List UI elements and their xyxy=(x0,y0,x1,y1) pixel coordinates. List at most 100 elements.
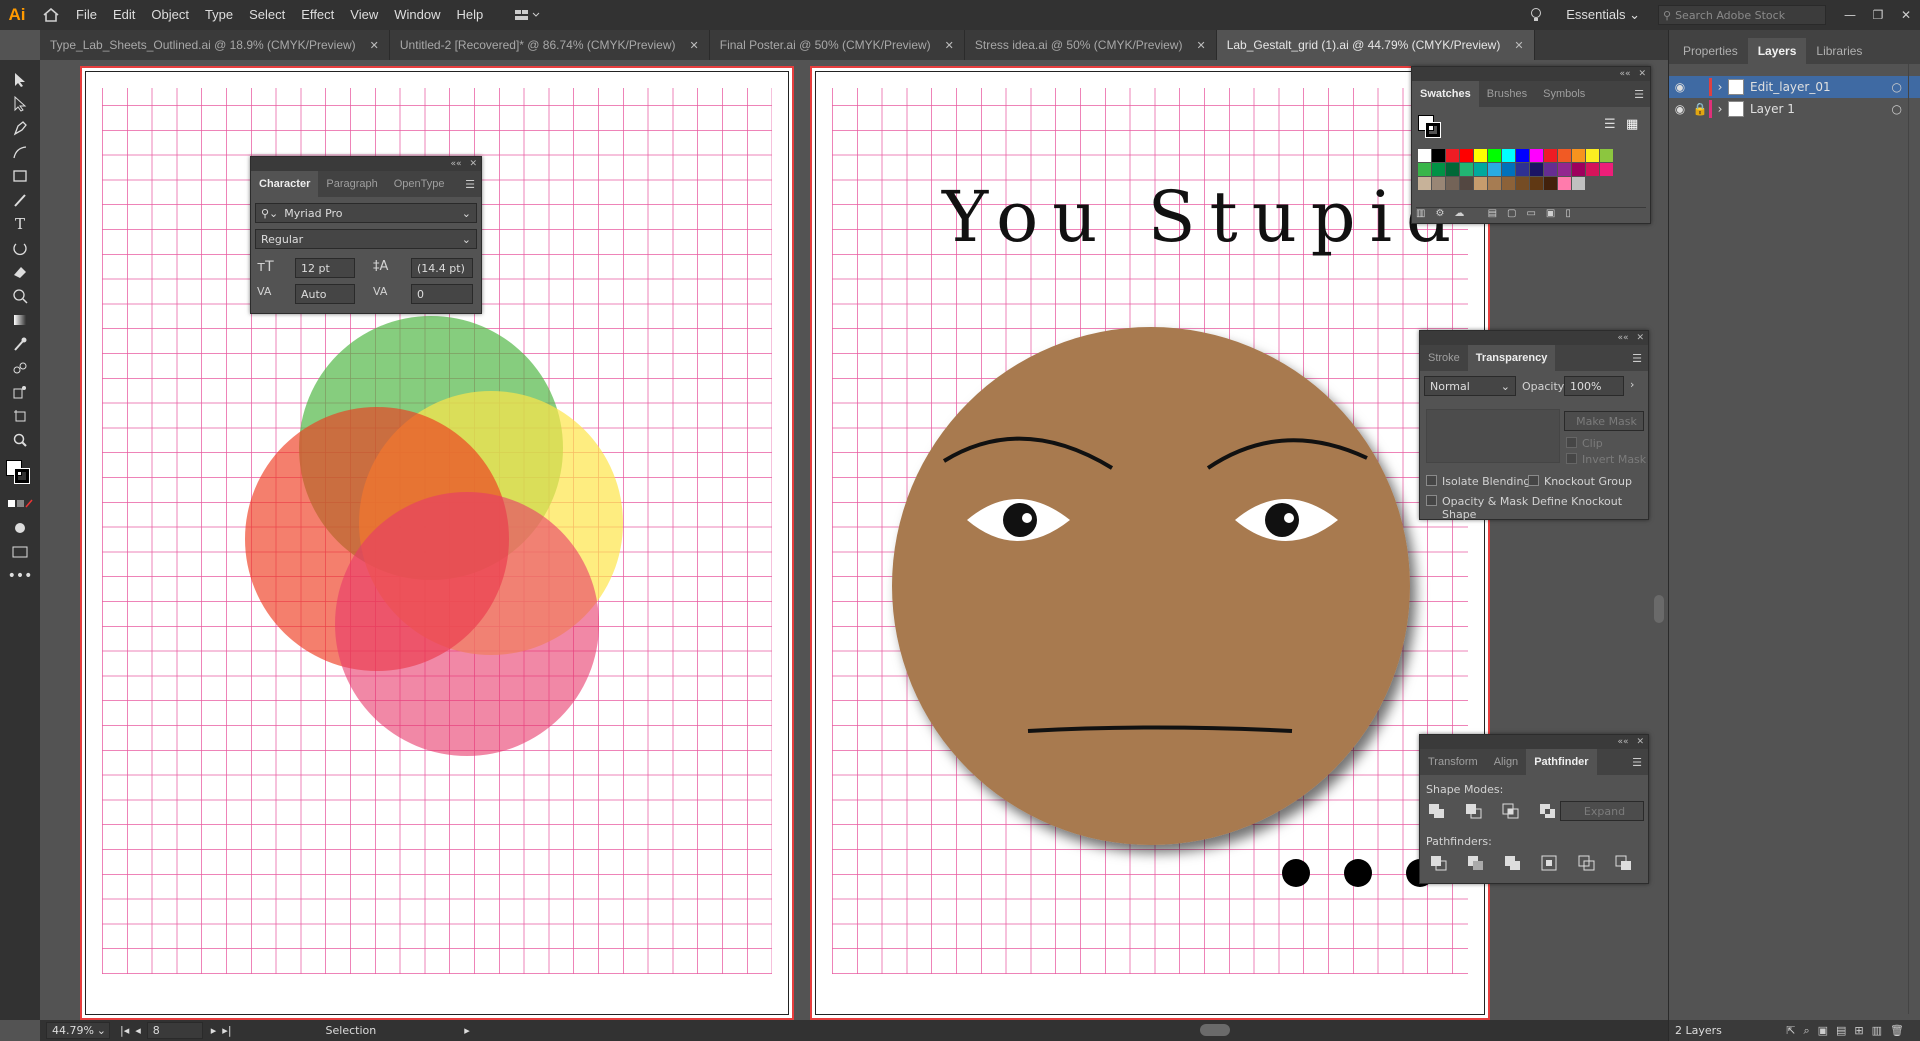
zoom-tool-icon[interactable] xyxy=(0,428,40,452)
panel-tab-stroke[interactable]: Stroke xyxy=(1420,345,1468,371)
close-panel-icon[interactable]: ✕ xyxy=(1638,69,1646,79)
close-panel-icon[interactable]: ✕ xyxy=(469,159,477,169)
make-mask-button[interactable]: Make Mask xyxy=(1564,411,1644,431)
font-style-select[interactable]: Regular ⌄ xyxy=(255,229,477,249)
expand-layer-icon[interactable]: › xyxy=(1712,80,1728,94)
color-swatch[interactable] xyxy=(1530,163,1543,176)
color-swatch[interactable] xyxy=(1446,163,1459,176)
color-swatch[interactable] xyxy=(1488,163,1501,176)
color-swatch[interactable] xyxy=(1418,149,1431,162)
collapse-icon[interactable]: «« xyxy=(1617,737,1628,747)
lasso-zoom-tool-icon[interactable] xyxy=(0,284,40,308)
panel-menu-icon[interactable]: ☰ xyxy=(1626,749,1648,775)
collapse-icon[interactable]: «« xyxy=(450,159,461,169)
rectangle-tool-icon[interactable] xyxy=(0,164,40,188)
more-tools-icon[interactable]: ••• xyxy=(0,564,40,588)
panel-tab-opentype[interactable]: OpenType xyxy=(386,171,453,197)
color-swatch[interactable] xyxy=(1516,177,1529,190)
color-swatch[interactable] xyxy=(1446,177,1459,190)
kerning-field[interactable]: Auto xyxy=(295,284,355,304)
layer-row[interactable]: ◉ › Edit_layer_01 ○ xyxy=(1669,76,1920,98)
layer-actions-icons[interactable]: ⇱⌕▣▤⊞▥🗑 xyxy=(1786,1024,1912,1038)
artboard-face[interactable]: You Stupid xyxy=(810,66,1490,1020)
color-swatch[interactable] xyxy=(1432,163,1445,176)
pink-circle[interactable] xyxy=(335,492,599,756)
pen-tool-icon[interactable] xyxy=(0,116,40,140)
minimize-button[interactable]: — xyxy=(1836,0,1864,30)
close-tab-icon[interactable]: ✕ xyxy=(370,39,379,52)
panel-menu-icon[interactable]: ☰ xyxy=(1626,345,1648,371)
menu-type[interactable]: Type xyxy=(197,0,241,30)
crop-icon[interactable] xyxy=(1541,855,1558,871)
panel-tab-transparency[interactable]: Transparency xyxy=(1467,345,1556,371)
target-icon[interactable]: ○ xyxy=(1892,80,1902,94)
color-swatch[interactable] xyxy=(1488,177,1501,190)
gradient-tool-icon[interactable] xyxy=(0,308,40,332)
menu-effect[interactable]: Effect xyxy=(293,0,342,30)
selection-tool-icon[interactable] xyxy=(0,68,40,92)
close-panel-icon[interactable]: ✕ xyxy=(1636,737,1644,747)
color-swatch[interactable] xyxy=(1474,177,1487,190)
color-swatch[interactable] xyxy=(1558,149,1571,162)
eye-icon[interactable]: ◉ xyxy=(1669,80,1691,94)
clip-checkbox[interactable] xyxy=(1566,437,1577,448)
define-knockout-checkbox[interactable] xyxy=(1426,495,1437,506)
panel-tab-symbols[interactable]: Symbols xyxy=(1535,81,1593,107)
intersect-icon[interactable] xyxy=(1502,803,1519,819)
panel-tab-pathfinder[interactable]: Pathfinder xyxy=(1526,749,1597,775)
panel-tab-align[interactable]: Align xyxy=(1486,749,1526,775)
color-swatch[interactable] xyxy=(1530,177,1543,190)
first-artboard-icon[interactable]: |◂ xyxy=(120,1024,129,1037)
tracking-field[interactable]: 0 xyxy=(411,284,473,304)
color-swatch[interactable] xyxy=(1558,177,1571,190)
horizontal-scrollbar[interactable] xyxy=(1200,1024,1230,1036)
color-swatch[interactable] xyxy=(1586,163,1599,176)
color-swatch[interactable] xyxy=(1558,163,1571,176)
paintbrush-tool-icon[interactable] xyxy=(0,188,40,212)
color-swatch[interactable] xyxy=(1460,149,1473,162)
color-swatch[interactable] xyxy=(1418,177,1431,190)
color-swatch[interactable] xyxy=(1446,149,1459,162)
color-swatch[interactable] xyxy=(1544,177,1557,190)
layer-row[interactable]: ◉ 🔒 › Layer 1 ○ xyxy=(1669,98,1920,120)
artboard-number-field[interactable]: 8 xyxy=(146,1022,203,1039)
color-swatch[interactable] xyxy=(1516,163,1529,176)
dot-1[interactable] xyxy=(1282,859,1310,887)
eyedropper-tool-icon[interactable] xyxy=(0,332,40,356)
unite-icon[interactable] xyxy=(1428,803,1445,819)
lightbulb-icon[interactable] xyxy=(1516,7,1556,23)
color-swatch[interactable] xyxy=(1572,149,1585,162)
last-artboard-icon[interactable]: ▸| xyxy=(222,1024,231,1037)
panel-tab-brushes[interactable]: Brushes xyxy=(1479,81,1535,107)
close-tab-icon[interactable]: ✕ xyxy=(945,39,954,52)
document-tab[interactable]: Final Poster.ai @ 50% (CMYK/Preview) ✕ xyxy=(710,30,965,60)
color-swatch[interactable] xyxy=(1544,149,1557,162)
dock-tab-properties[interactable]: Properties xyxy=(1673,38,1748,64)
eraser-tool-icon[interactable] xyxy=(0,260,40,284)
color-swatch[interactable] xyxy=(1586,149,1599,162)
color-swatch[interactable] xyxy=(1600,163,1613,176)
eye-icon[interactable]: ◉ xyxy=(1669,102,1691,116)
panel-tab-character[interactable]: Character xyxy=(251,171,319,197)
color-mode-icons[interactable] xyxy=(0,492,40,516)
panel-tab-paragraph[interactable]: Paragraph xyxy=(318,171,385,197)
document-tab[interactable]: Untitled-2 [Recovered]* @ 86.74% (CMYK/P… xyxy=(390,30,710,60)
menu-edit[interactable]: Edit xyxy=(105,0,143,30)
close-tab-icon[interactable]: ✕ xyxy=(1514,39,1523,52)
blend-tool-icon[interactable] xyxy=(0,356,40,380)
fill-stroke-indicator[interactable] xyxy=(1418,115,1442,139)
home-icon[interactable] xyxy=(34,0,68,30)
opacity-field[interactable]: 100% xyxy=(1564,376,1624,396)
leading-field[interactable]: (14.4 pt) xyxy=(411,258,473,278)
color-swatch[interactable] xyxy=(1502,163,1515,176)
dock-tab-layers[interactable]: Layers xyxy=(1747,38,1807,64)
exclude-icon[interactable] xyxy=(1539,803,1556,819)
color-swatch[interactable] xyxy=(1502,149,1515,162)
face-circle[interactable] xyxy=(892,327,1410,845)
next-artboard-icon[interactable]: ▸ xyxy=(211,1024,217,1037)
screen-mode-icon[interactable] xyxy=(0,540,40,564)
blend-mode-select[interactable]: Normal ⌄ xyxy=(1424,376,1516,396)
color-swatch[interactable] xyxy=(1544,163,1557,176)
collapse-icon[interactable]: «« xyxy=(1617,333,1628,343)
menu-view[interactable]: View xyxy=(342,0,386,30)
